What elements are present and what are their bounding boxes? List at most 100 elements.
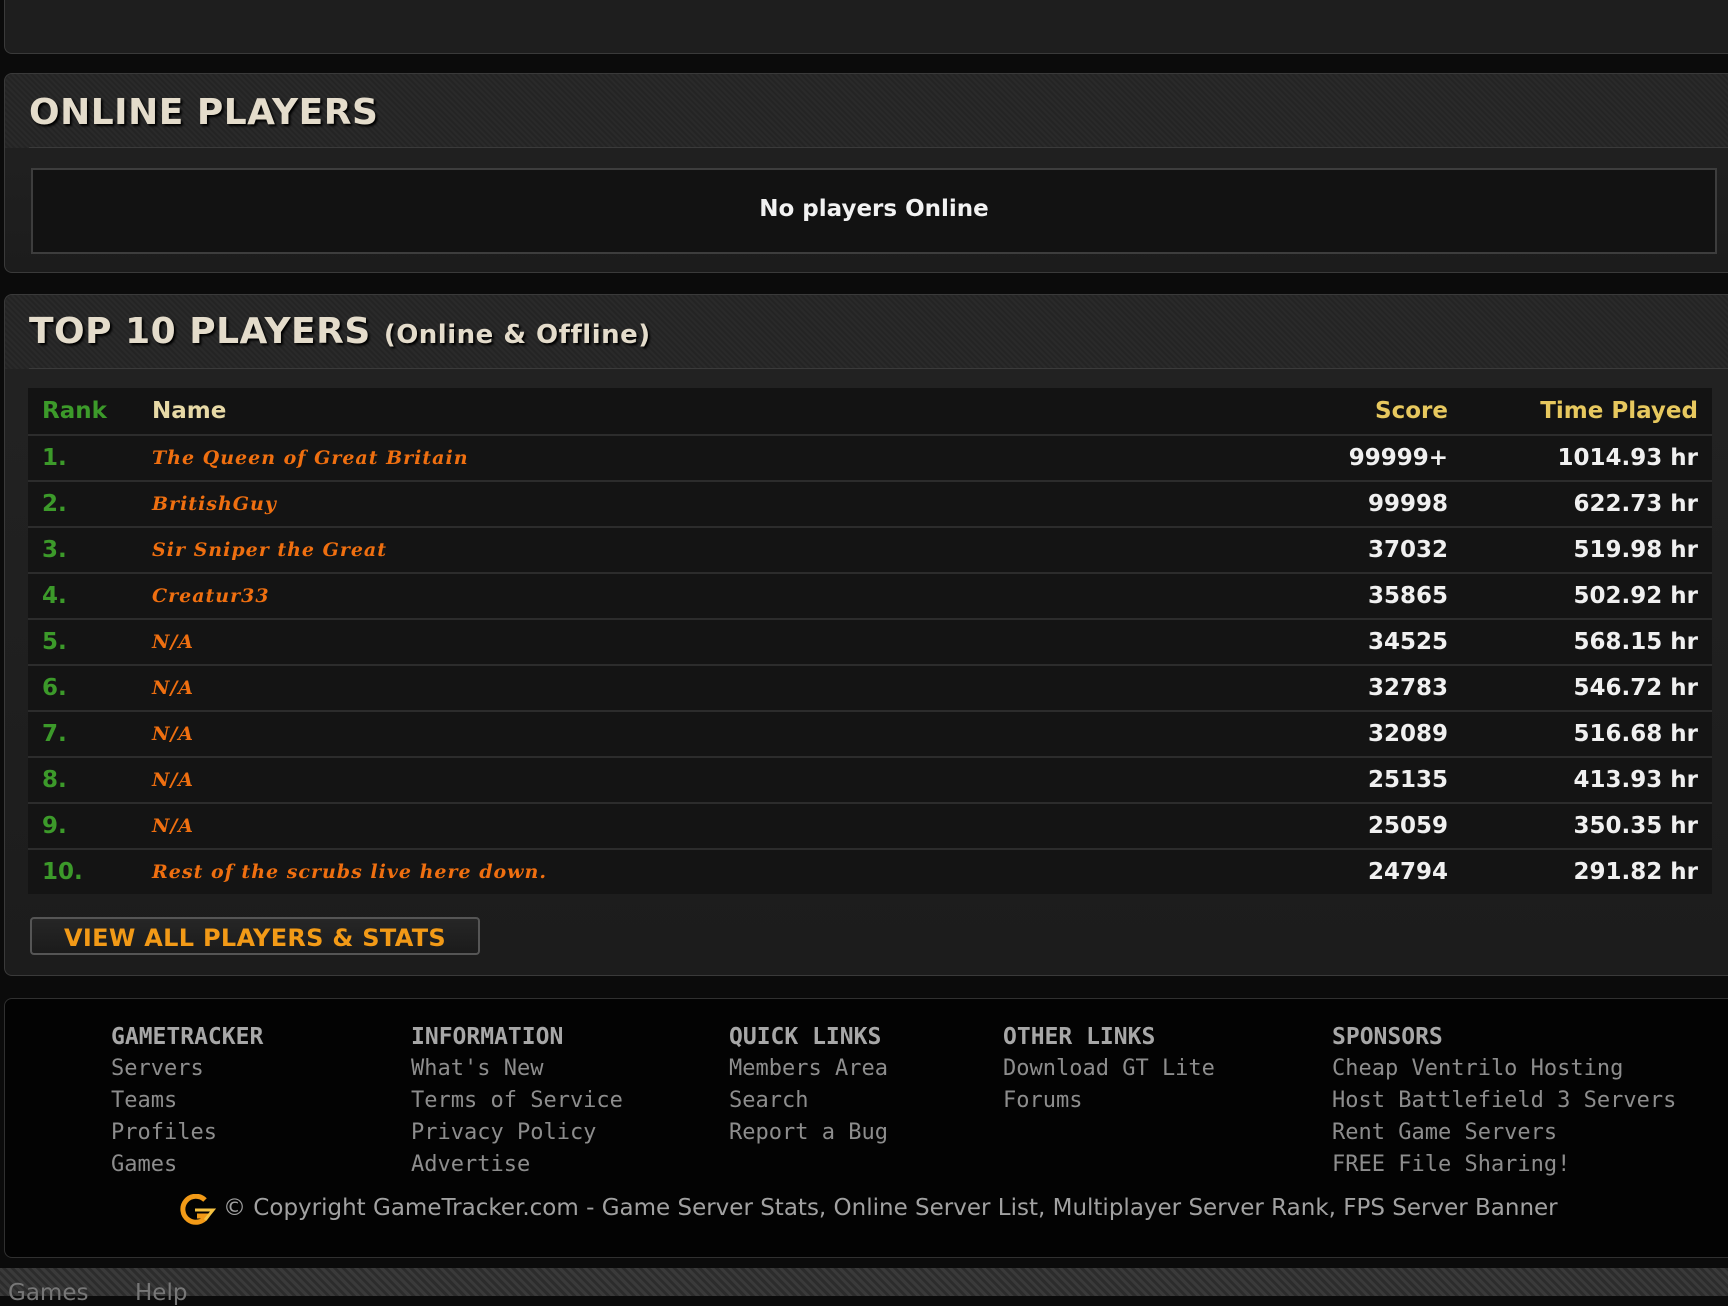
table-row: 8. N/A 25135 413.93 hr	[28, 756, 1712, 803]
player-name-link[interactable]: N/A	[138, 664, 1298, 711]
time-played-cell: 568.15 hr	[1462, 618, 1712, 665]
score-cell: 32089	[1298, 710, 1462, 757]
table-row: 10. Rest of the scrubs live here down. 247…	[28, 848, 1712, 894]
rank-cell: 9.	[28, 802, 138, 849]
divider	[29, 368, 1728, 369]
top-players-table: Rank Name Score Time Played 1. The Queen …	[28, 388, 1712, 894]
name-column-header[interactable]: Name	[138, 388, 1298, 435]
player-name-link[interactable]: N/A	[138, 756, 1298, 803]
bottom-link-help[interactable]: Help	[135, 1280, 187, 1306]
rank-cell: 8.	[28, 756, 138, 803]
score-cell: 25135	[1298, 756, 1462, 803]
previous-panel	[4, 0, 1728, 54]
footer-link[interactable]: Members Area	[729, 1053, 888, 1085]
footer-column-title: SPONSORS	[1332, 1024, 1443, 1050]
rank-cell: 7.	[28, 710, 138, 757]
player-name-link[interactable]: The Queen of Great Britain	[138, 434, 1298, 481]
footer-link[interactable]: Terms of Service	[411, 1085, 623, 1117]
footer-link[interactable]: Search	[729, 1085, 888, 1117]
rank-cell: 6.	[28, 664, 138, 711]
online-players-panel: ONLINE PLAYERS No players Online	[4, 73, 1728, 273]
online-players-title: ONLINE PLAYERS	[29, 92, 379, 133]
rank-cell: 2.	[28, 480, 138, 527]
footer-link[interactable]: Servers	[111, 1053, 263, 1085]
time-played-cell: 546.72 hr	[1462, 664, 1712, 711]
footer-column-sponsors: SPONSORS Cheap Ventrilo Hosting Host Battl…	[1332, 1021, 1676, 1181]
footer-link[interactable]: Cheap Ventrilo Hosting	[1332, 1053, 1676, 1085]
score-cell: 24794	[1298, 848, 1462, 894]
top-players-title-text: TOP 10 PLAYERS	[29, 311, 371, 352]
footer-link[interactable]: Teams	[111, 1085, 263, 1117]
score-cell: 99998	[1298, 480, 1462, 527]
player-name-link[interactable]: Rest of the scrubs live here down.	[138, 848, 1298, 894]
footer-link[interactable]: FREE File Sharing!	[1332, 1149, 1676, 1181]
score-cell: 35865	[1298, 572, 1462, 619]
copyright-text: © Copyright GameTracker.com - Game Serve…	[223, 1195, 1558, 1221]
table-row: 7. N/A 32089 516.68 hr	[28, 710, 1712, 757]
time-played-cell: 291.82 hr	[1462, 848, 1712, 894]
footer-link[interactable]: Profiles	[111, 1117, 263, 1149]
table-row: 1. The Queen of Great Britain 99999+ 1014.9…	[28, 434, 1712, 481]
bottom-nav-bar: Games Help	[0, 1268, 1728, 1306]
score-cell: 25059	[1298, 802, 1462, 849]
player-name-link[interactable]: N/A	[138, 710, 1298, 757]
footer-column-title: GAMETRACKER	[111, 1024, 264, 1050]
rank-cell: 5.	[28, 618, 138, 665]
bottom-link-games[interactable]: Games	[8, 1280, 88, 1306]
time-played-cell: 413.93 hr	[1462, 756, 1712, 803]
table-header-row: Rank Name Score Time Played	[28, 388, 1712, 435]
footer-link[interactable]: Host Battlefield 3 Servers	[1332, 1085, 1676, 1117]
rank-cell: 3.	[28, 526, 138, 573]
score-cell: 99999+	[1298, 434, 1462, 481]
gametracker-logo-icon	[180, 1194, 217, 1225]
score-cell: 32783	[1298, 664, 1462, 711]
footer-column-other-links: OTHER LINKS Download GT Lite Forums	[1003, 1021, 1215, 1117]
time-played-cell: 502.92 hr	[1462, 572, 1712, 619]
footer-link[interactable]: Download GT Lite	[1003, 1053, 1215, 1085]
score-column-header[interactable]: Score	[1298, 388, 1462, 435]
footer-column-information: INFORMATION What's New Terms of Service Pri…	[411, 1021, 623, 1181]
table-row: 3. Sir Sniper the Great 37032 519.98 hr	[28, 526, 1712, 573]
time-played-cell: 622.73 hr	[1462, 480, 1712, 527]
footer-link[interactable]: Advertise	[411, 1149, 623, 1181]
player-name-link[interactable]: BritishGuy	[138, 480, 1298, 527]
time-played-cell: 516.68 hr	[1462, 710, 1712, 757]
top-players-subtitle: (Online & Offline)	[383, 320, 651, 350]
online-players-box: No players Online	[31, 168, 1717, 254]
table-row: 9. N/A 25059 350.35 hr	[28, 802, 1712, 849]
rank-cell: 4.	[28, 572, 138, 619]
score-cell: 34525	[1298, 618, 1462, 665]
footer-link[interactable]: Forums	[1003, 1085, 1215, 1117]
no-players-message: No players Online	[759, 196, 989, 222]
divider	[29, 147, 1728, 148]
player-name-link[interactable]: Sir Sniper the Great	[138, 526, 1298, 573]
player-name-link[interactable]: Creatur33	[138, 572, 1298, 619]
footer-column-title: INFORMATION	[411, 1024, 564, 1050]
time-played-column-header[interactable]: Time Played	[1462, 388, 1712, 435]
player-name-link[interactable]: N/A	[138, 618, 1298, 665]
footer-link[interactable]: Report a Bug	[729, 1117, 888, 1149]
time-played-cell: 1014.93 hr	[1462, 434, 1712, 481]
table-row: 6. N/A 32783 546.72 hr	[28, 664, 1712, 711]
rank-cell: 1.	[28, 434, 138, 481]
footer-link[interactable]: Games	[111, 1149, 263, 1181]
footer-link[interactable]: Privacy Policy	[411, 1117, 623, 1149]
rank-cell: 10.	[28, 848, 138, 894]
footer-column-title: OTHER LINKS	[1003, 1024, 1156, 1050]
rank-column-header[interactable]: Rank	[28, 388, 138, 435]
time-played-cell: 519.98 hr	[1462, 526, 1712, 573]
time-played-cell: 350.35 hr	[1462, 802, 1712, 849]
table-row: 2. BritishGuy 99998 622.73 hr	[28, 480, 1712, 527]
site-footer: GAMETRACKER Servers Teams Profiles Games INF…	[4, 998, 1728, 1258]
table-row: 4. Creatur33 35865 502.92 hr	[28, 572, 1712, 619]
player-name-link[interactable]: N/A	[138, 802, 1298, 849]
footer-column-quick-links: QUICK LINKS Members Area Search Report a Bu…	[729, 1021, 888, 1149]
score-cell: 37032	[1298, 526, 1462, 573]
footer-column-gametracker: GAMETRACKER Servers Teams Profiles Games	[111, 1021, 263, 1181]
table-row: 5. N/A 34525 568.15 hr	[28, 618, 1712, 665]
footer-column-title: QUICK LINKS	[729, 1024, 882, 1050]
top-players-title: TOP 10 PLAYERS (Online & Offline)	[29, 311, 651, 352]
footer-link[interactable]: Rent Game Servers	[1332, 1117, 1676, 1149]
footer-link[interactable]: What's New	[411, 1053, 623, 1085]
view-all-players-button[interactable]: VIEW ALL PLAYERS & STATS	[30, 917, 480, 955]
